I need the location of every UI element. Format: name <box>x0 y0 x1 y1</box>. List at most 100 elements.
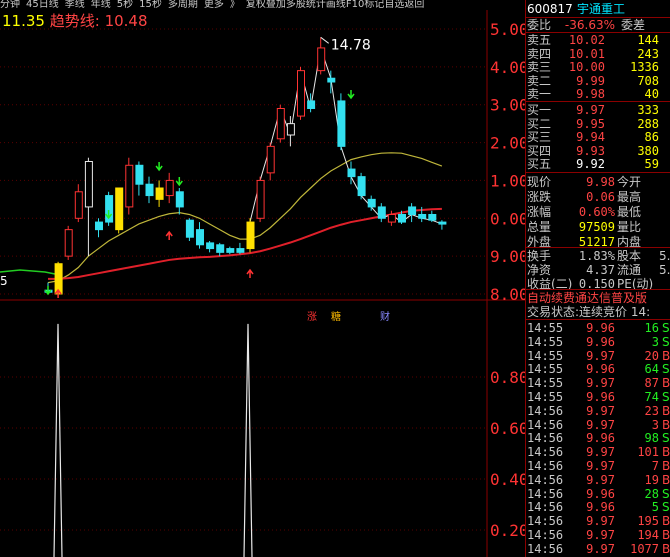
tick-volume: 5 <box>651 500 659 515</box>
candle-body[interactable] <box>185 219 194 238</box>
sell-price: 9.99 <box>576 73 605 88</box>
candle-body[interactable] <box>307 100 316 110</box>
price-axis-label: 1.00 <box>490 171 525 190</box>
sell-label: 卖四 <box>527 46 552 61</box>
tick-direction: B <box>662 376 670 391</box>
tick-row: 14:55 9.97 87 B <box>525 376 670 390</box>
tick-price: 9.97 <box>586 417 615 432</box>
price-axis-label: 2.00 <box>490 134 525 153</box>
tick-row: 14:55 9.96 64 S <box>525 362 670 376</box>
candle-body[interactable] <box>408 206 417 216</box>
candle-body[interactable] <box>236 248 245 253</box>
candle-body[interactable] <box>246 221 255 250</box>
indicator-spike <box>53 323 63 557</box>
candle-body[interactable] <box>135 164 144 185</box>
candle-body[interactable] <box>286 123 295 136</box>
candle-body[interactable] <box>347 168 356 178</box>
tick-volume: 194 <box>637 528 659 542</box>
candle-body[interactable] <box>95 221 103 231</box>
sell-volume: 243 <box>637 46 659 61</box>
price-axis-label: 3.00 <box>490 96 525 115</box>
candle-body[interactable] <box>327 77 336 83</box>
quote-panel: 600817 宇通重工 委比 -36.63% 委差 卖五 10.02 144 卖四 10.01 24… <box>525 0 670 557</box>
buy-order-row: 买一 9.97 333 <box>525 103 670 117</box>
tick-row: 14:56 9.97 195 B <box>525 514 670 528</box>
candle-body[interactable] <box>216 244 225 253</box>
candle-body[interactable] <box>145 183 154 197</box>
stat-row: 净资 4.37 流通 5. <box>525 263 670 277</box>
tick-price: 9.97 <box>586 472 615 487</box>
candle-body[interactable] <box>337 100 346 147</box>
buy-arrow-icon <box>246 268 254 278</box>
buy-price: 9.92 <box>576 157 605 171</box>
tick-direction: B <box>662 348 670 363</box>
quote-value: 97509 <box>578 220 615 234</box>
event-marker[interactable]: 糖 <box>331 310 341 323</box>
sell-price: 9.98 <box>576 87 605 101</box>
candle-body[interactable] <box>297 70 305 117</box>
candle-body[interactable] <box>418 214 427 219</box>
buy-label: 买四 <box>527 143 552 158</box>
tick-time: 14:56 <box>527 528 564 542</box>
candle-body[interactable] <box>125 164 134 208</box>
candle-body[interactable] <box>367 198 376 208</box>
quote-row: 现价 9.98 今开 <box>525 175 670 189</box>
candle-body[interactable] <box>276 108 285 140</box>
sell-order-row: 卖一 9.98 40 <box>525 87 670 101</box>
buy-volume: 380 <box>637 143 659 158</box>
candle-body[interactable] <box>317 47 326 72</box>
candle-body[interactable] <box>266 145 275 174</box>
indicator-spike <box>243 323 253 557</box>
indicator-axis-label: 0.60 <box>490 419 525 438</box>
tick-row: 14:55 9.97 20 B <box>525 349 670 363</box>
candle-body[interactable] <box>428 214 437 221</box>
event-marker[interactable]: 涨 <box>307 311 317 323</box>
tick-price: 9.97 <box>586 514 615 529</box>
candle-body[interactable] <box>175 191 184 208</box>
candle-body[interactable] <box>357 176 366 197</box>
tick-price: 9.96 <box>586 334 615 349</box>
candle-body[interactable] <box>155 187 164 200</box>
tick-time: 14:56 <box>527 500 564 515</box>
sell-price: 10.00 <box>568 60 605 74</box>
stock-code: 600817 <box>527 2 573 16</box>
candle-body[interactable] <box>256 179 265 219</box>
indicator-axis-label: 0.40 <box>490 470 525 489</box>
candle-body[interactable] <box>398 214 406 223</box>
tick-time: 14:56 <box>527 431 564 446</box>
tick-price: 9.97 <box>586 541 615 556</box>
candle-body[interactable] <box>377 206 386 219</box>
candle-body[interactable] <box>387 214 396 223</box>
candle-body[interactable] <box>165 179 174 197</box>
price-axis-label: 9.00 <box>490 247 525 266</box>
kline-chart-area[interactable]: 5.00 4.00 3.00 2.00 1.00 0.00 9.00 8.00 0.80 0.60… <box>0 0 525 557</box>
candle-body[interactable] <box>64 229 73 257</box>
candle-body[interactable] <box>74 191 83 219</box>
weibi-label: 委比 <box>527 18 552 32</box>
candle-body[interactable] <box>84 161 93 208</box>
candle-body[interactable] <box>115 187 124 231</box>
candle-body[interactable] <box>196 229 204 246</box>
weibi-row: 委比 -36.63% 委差 <box>525 18 670 32</box>
tick-volume: 3 <box>651 417 659 432</box>
buy-volume: 86 <box>644 130 659 144</box>
ma-short-line <box>0 269 56 275</box>
sell-volume: 40 <box>644 87 659 101</box>
tick-direction: S <box>662 334 670 349</box>
buy-price: 9.94 <box>576 130 605 144</box>
buy-price: 9.97 <box>576 103 605 117</box>
weibi-value: -36.63% <box>564 18 615 32</box>
buy-order-row: 买四 9.93 380 <box>525 144 670 158</box>
quote-label: 涨幅 <box>527 205 552 219</box>
tick-price: 9.96 <box>586 362 615 377</box>
candle-body[interactable] <box>438 221 447 225</box>
sell-order-row: 卖五 10.02 144 <box>525 33 670 47</box>
event-marker[interactable]: 财 <box>380 310 390 323</box>
tick-time: 14:56 <box>527 541 564 556</box>
candle-body[interactable] <box>226 248 235 253</box>
tick-volume: 87 <box>644 376 659 391</box>
tick-row: 14:55 9.96 16 S <box>525 321 670 335</box>
sell-label: 卖三 <box>527 60 552 74</box>
quote-row: 总量 97509 量比 <box>525 220 670 234</box>
candle-body[interactable] <box>206 242 215 250</box>
